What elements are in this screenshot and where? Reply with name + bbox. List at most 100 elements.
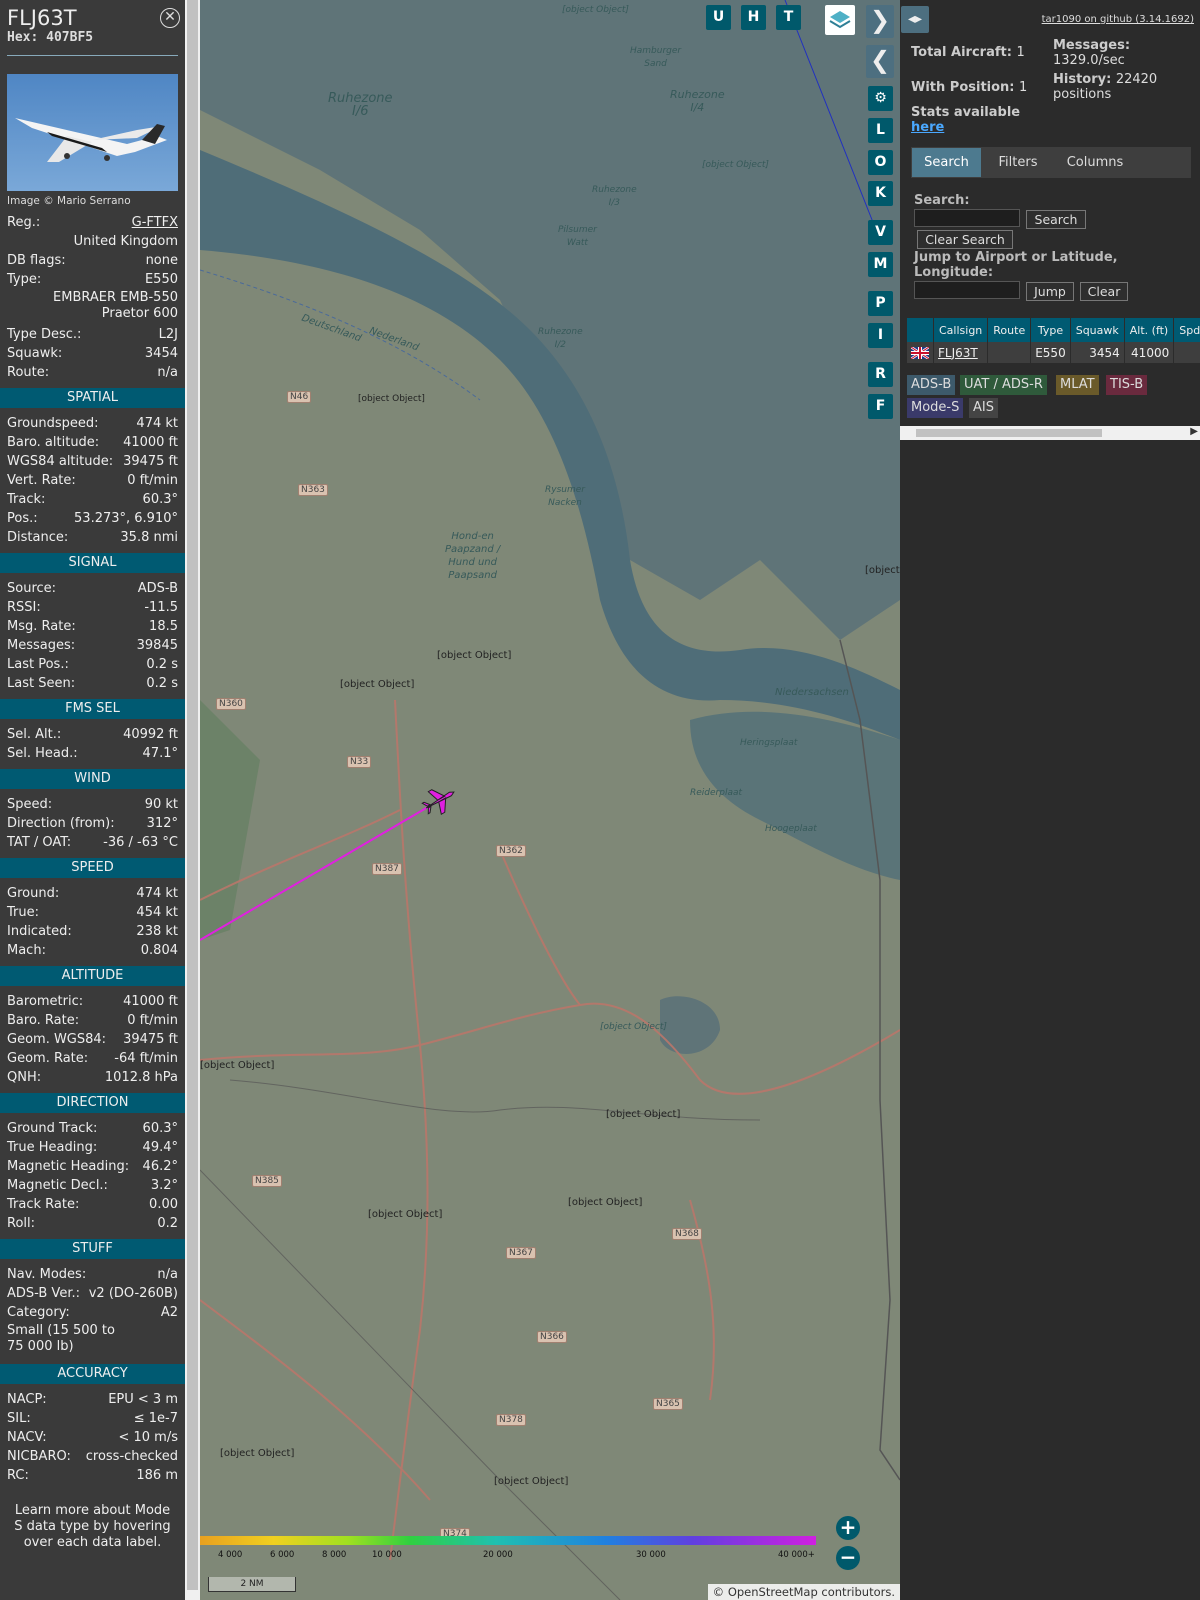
- panel-scrollbar[interactable]: [185, 0, 200, 1600]
- road-label: N360: [216, 698, 246, 710]
- total-aircraft-stat: Total Aircraft: 1: [911, 45, 1025, 60]
- callsign-cell[interactable]: FLJ63T: [933, 342, 989, 363]
- map-button-o[interactable]: O: [868, 150, 893, 175]
- map-button-t[interactable]: T: [776, 5, 801, 30]
- clear-search-button[interactable]: Clear Search: [917, 230, 1013, 249]
- water-label: Reiderplaat: [690, 788, 743, 798]
- table-scrollbar[interactable]: ▶: [900, 426, 1200, 440]
- column-header[interactable]: [907, 318, 934, 342]
- map-button-r[interactable]: R: [868, 362, 893, 387]
- close-icon[interactable]: ✕: [160, 8, 180, 28]
- table-header-row: Callsign Route Type Squawk Alt. (ft) Spd…: [907, 318, 1200, 342]
- city-label: [object Object]: [200, 1060, 275, 1071]
- source-chip-mlat[interactable]: MLAT: [1056, 375, 1099, 395]
- info-row: Squawk: 3454: [0, 344, 185, 363]
- settings-gear-icon[interactable]: ⚙: [868, 86, 893, 111]
- scroll-right-icon[interactable]: ▶: [1190, 426, 1198, 437]
- speed-cell: [1173, 342, 1200, 363]
- map-button-p[interactable]: P: [868, 291, 893, 316]
- map-view[interactable]: Ruhezone I/6 Ruhezone I/4 Hamburger Sand Ho…: [200, 0, 900, 1600]
- toggle-sidebar-icon[interactable]: ◂▸: [901, 6, 929, 33]
- info-label: NACP:: [7, 1392, 47, 1407]
- aircraft-photo[interactable]: [7, 74, 178, 191]
- learn-more-text: Learn more about Mode S data type by hov…: [14, 1503, 171, 1550]
- source-chip-modes[interactable]: Mode-S: [907, 398, 964, 418]
- info-row: United Kingdom: [0, 232, 185, 251]
- clear-button[interactable]: Clear: [1080, 282, 1128, 301]
- road-label: N378: [496, 1414, 526, 1426]
- scrollbar-thumb[interactable]: [916, 429, 1102, 437]
- info-label: DB flags:: [7, 253, 66, 268]
- search-button[interactable]: Search: [1026, 210, 1086, 229]
- map-button-l[interactable]: L: [868, 118, 893, 143]
- tab-filters[interactable]: Filters: [989, 148, 1047, 177]
- expand-right-button[interactable]: ❯: [866, 5, 894, 38]
- section-header: SPATIAL: [0, 388, 185, 408]
- search-input[interactable]: [914, 209, 1020, 227]
- info-row: Small (15 500 to 75 000 lb): [0, 1322, 185, 1358]
- source-chip-uat[interactable]: UAT / ADS-R: [960, 375, 1047, 395]
- layers-icon[interactable]: [825, 5, 855, 35]
- column-header[interactable]: Squawk: [1070, 318, 1125, 342]
- info-label: Ground:: [7, 886, 60, 901]
- section-header: WIND: [0, 769, 185, 789]
- info-label: Baro. Rate:: [7, 1013, 80, 1028]
- altitude-gradient: [200, 1536, 816, 1545]
- map-button-m[interactable]: M: [868, 252, 893, 277]
- source-chip-ais[interactable]: AIS: [969, 398, 998, 418]
- stat-value: 1: [1019, 80, 1028, 95]
- info-label: WGS84 altitude:: [7, 454, 114, 469]
- tab-columns[interactable]: Columns: [1055, 148, 1135, 177]
- water-label: Hamburger Sand: [630, 46, 682, 69]
- photo-credit: Image © Mario Serrano: [7, 195, 131, 207]
- map-button-u[interactable]: U: [706, 5, 731, 30]
- road-label: N367: [506, 1247, 536, 1259]
- info-row: Sel. Alt.: 40992 ft: [0, 725, 185, 744]
- map-button-v[interactable]: V: [868, 220, 893, 245]
- info-value: 1012.8 hPa: [104, 1070, 178, 1085]
- column-header[interactable]: Route: [987, 318, 1032, 342]
- scrollbar-thumb[interactable]: [187, 0, 198, 1590]
- info-value: 46.2°: [142, 1159, 178, 1174]
- with-position-stat: With Position: 1: [911, 80, 1027, 95]
- info-label: Category:: [7, 1305, 70, 1320]
- collapse-left-button[interactable]: ❮: [866, 45, 894, 78]
- aircraft-header: FLJ63T Hex: 407BF5 ✕: [0, 0, 185, 45]
- zoom-in-icon[interactable]: +: [836, 1516, 860, 1540]
- source-chip-adsb[interactable]: ADS-B: [907, 375, 956, 395]
- info-label: Sel. Head.:: [7, 746, 78, 761]
- water-label: Niedersachsen: [775, 687, 849, 698]
- map-button-f[interactable]: F: [868, 394, 893, 419]
- column-header[interactable]: Type: [1030, 318, 1071, 342]
- column-header[interactable]: Alt. (ft): [1124, 318, 1175, 342]
- column-header[interactable]: Spd.: [1173, 318, 1200, 342]
- source-chip-tisb[interactable]: TIS-B: [1106, 375, 1148, 395]
- info-label: Track Rate:: [7, 1197, 80, 1212]
- map-button-i[interactable]: I: [868, 323, 893, 348]
- info-value: 47.1°: [142, 746, 178, 761]
- stat-label: With Position:: [911, 80, 1015, 95]
- jump-input[interactable]: [914, 281, 1020, 299]
- uk-flag-icon: [911, 347, 929, 359]
- info-value: 3454: [144, 346, 178, 361]
- map-button-k[interactable]: K: [868, 181, 893, 206]
- table-row[interactable]: FLJ63T E550 3454 41000: [907, 342, 1200, 363]
- info-label: Barometric:: [7, 994, 84, 1009]
- info-label: Nav. Modes:: [7, 1267, 87, 1282]
- github-link[interactable]: tar1090 on github (3.14.1692): [1042, 14, 1194, 25]
- info-row: TAT / OAT: -36 / -63 °C: [0, 833, 185, 852]
- tab-search[interactable]: Search: [912, 148, 981, 177]
- zoom-out-icon[interactable]: −: [836, 1546, 860, 1570]
- info-value[interactable]: G-FTFX: [132, 213, 178, 232]
- alt-tick: 10 000: [372, 1550, 402, 1560]
- info-value: v2 (DO-260B): [88, 1286, 178, 1301]
- map-button-h[interactable]: H: [741, 5, 766, 30]
- info-row: NACV: < 10 m/s: [0, 1428, 185, 1447]
- map-attribution[interactable]: © OpenStreetMap contributors.: [707, 1584, 900, 1600]
- jump-button[interactable]: Jump: [1026, 282, 1074, 301]
- info-row: Source: ADS-B: [0, 579, 185, 598]
- stats-link[interactable]: here: [911, 120, 944, 135]
- info-value: none: [145, 253, 178, 268]
- info-value: 474 kt: [136, 416, 178, 431]
- column-header[interactable]: Callsign: [933, 318, 989, 342]
